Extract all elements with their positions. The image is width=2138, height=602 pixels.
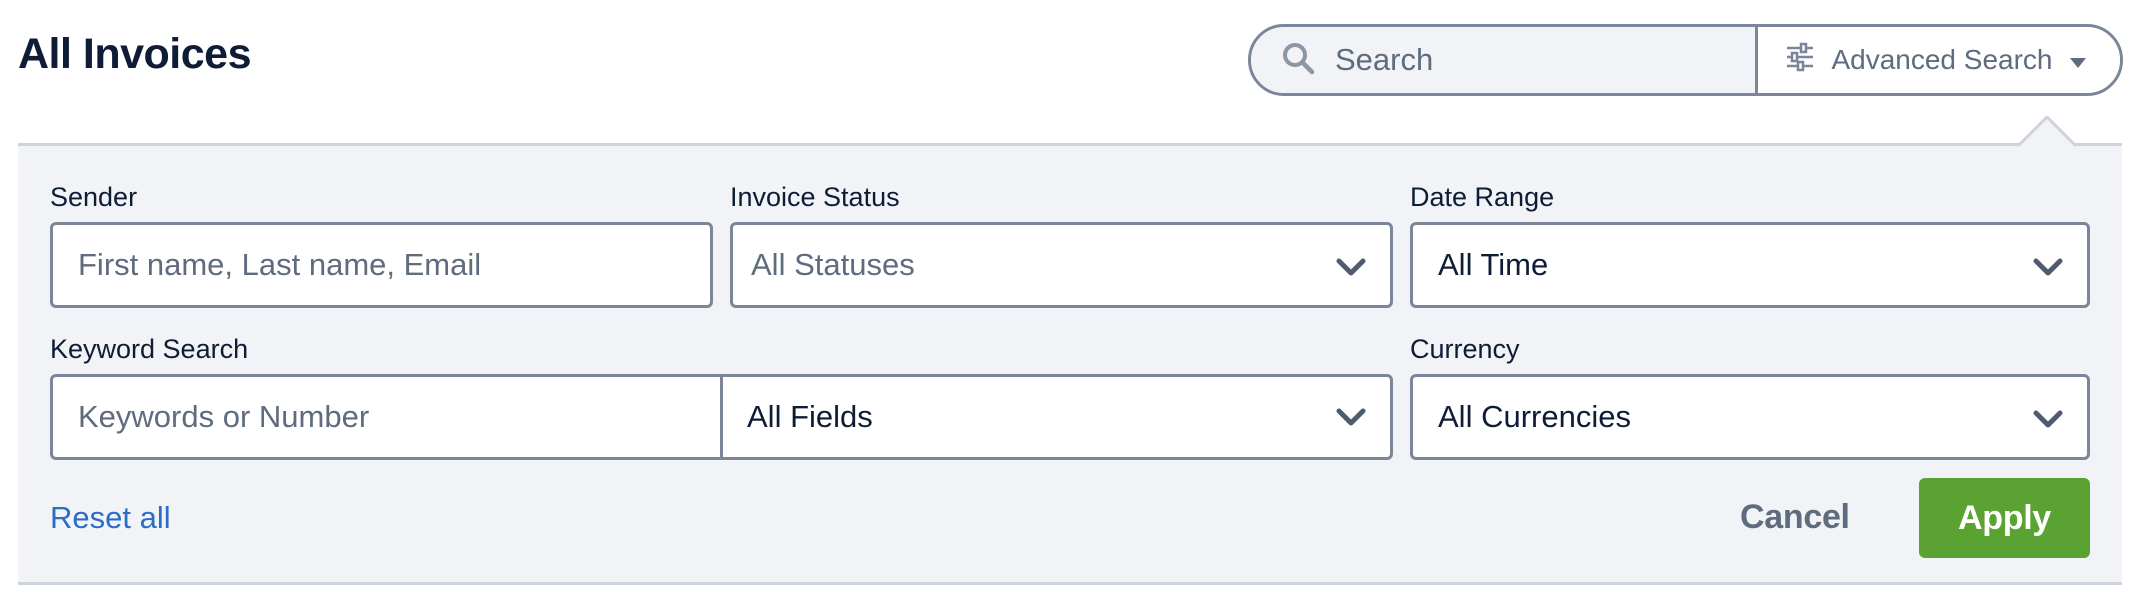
invoices-page: All Invoices Adv <box>0 0 2138 602</box>
date-range-label: Date Range <box>1410 182 1555 212</box>
search-field[interactable] <box>1251 27 1758 93</box>
search-icon <box>1281 41 1315 80</box>
keyword-search-label: Keyword Search <box>50 334 249 364</box>
caret-down-icon <box>2069 44 2087 76</box>
cancel-button[interactable]: Cancel <box>1740 498 1850 537</box>
search-input[interactable] <box>1335 42 1735 78</box>
advanced-search-button[interactable]: Advanced Search <box>1758 27 2120 93</box>
keyword-search-group: All Fields <box>50 374 1393 460</box>
search-bar: Advanced Search <box>1248 24 2123 96</box>
chevron-down-icon <box>1336 408 1366 426</box>
keyword-fields-value: All Fields <box>747 399 873 434</box>
sender-field[interactable] <box>50 222 713 308</box>
invoice-status-label: Invoice Status <box>730 182 900 212</box>
currency-select[interactable]: All Currencies <box>1410 374 2090 460</box>
sender-label: Sender <box>50 182 138 212</box>
sliders-icon <box>1785 42 1815 79</box>
invoice-status-select[interactable]: All Statuses <box>730 222 1393 308</box>
reset-all-link[interactable]: Reset all <box>50 500 171 536</box>
keyword-fields-select[interactable]: All Fields <box>723 377 1390 457</box>
advanced-search-label: Advanced Search <box>1831 44 2053 75</box>
keyword-input[interactable] <box>53 399 720 435</box>
currency-value: All Currencies <box>1438 399 1631 434</box>
sender-input[interactable] <box>53 247 710 283</box>
chevron-down-icon <box>2033 410 2063 428</box>
chevron-down-icon <box>1336 258 1366 276</box>
date-range-value: All Time <box>1438 247 1549 282</box>
currency-label: Currency <box>1410 334 1520 364</box>
apply-button[interactable]: Apply <box>1919 478 2090 558</box>
chevron-down-icon <box>2033 258 2063 276</box>
keyword-field[interactable] <box>53 377 723 457</box>
page-title: All Invoices <box>18 30 251 78</box>
invoice-status-value: All Statuses <box>751 247 915 282</box>
panel-caret <box>2018 116 2076 148</box>
date-range-select[interactable]: All Time <box>1410 222 2090 308</box>
